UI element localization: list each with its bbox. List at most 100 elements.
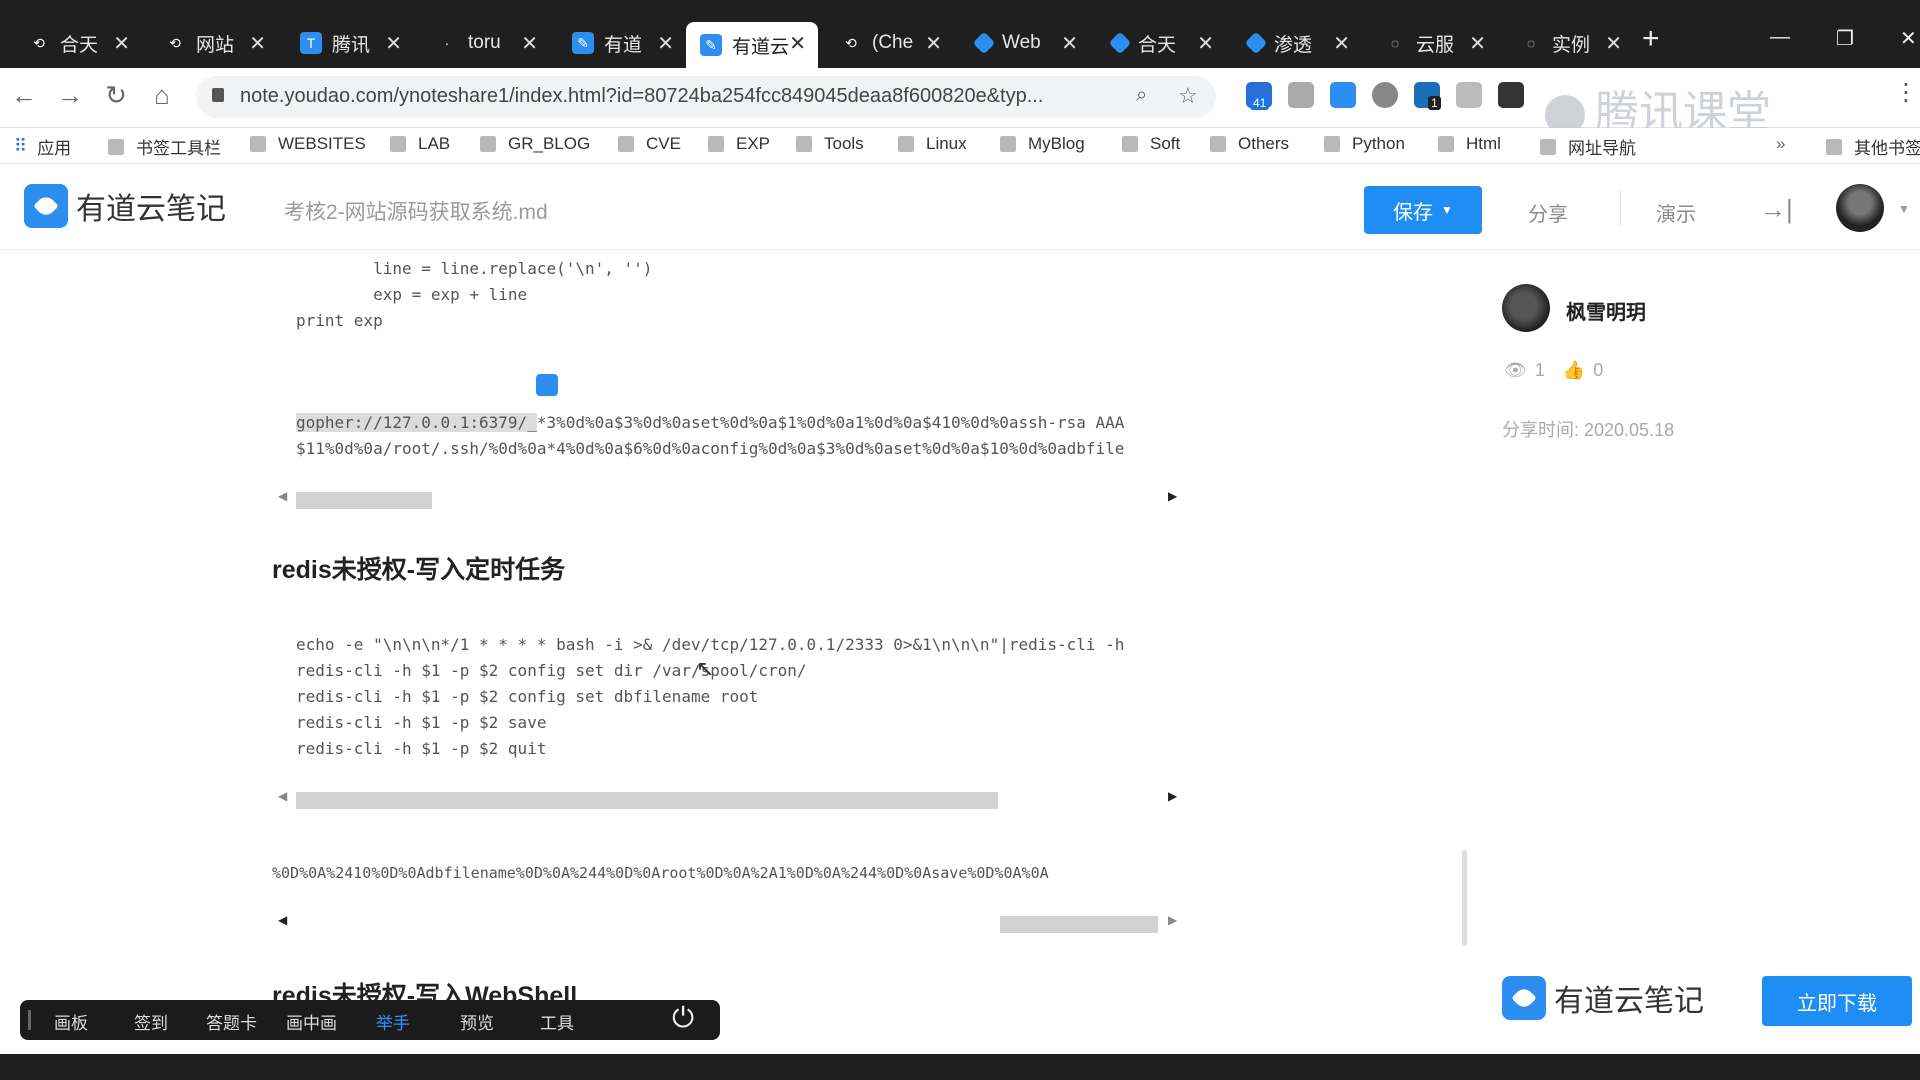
user-avatar[interactable] <box>1836 184 1884 232</box>
browser-tab[interactable]: ✎ 有道 ✕ <box>558 22 686 64</box>
browser-tab[interactable]: ⟲ 网站 ✕ <box>150 22 278 64</box>
author-name[interactable]: 枫雪明玥 <box>1566 296 1646 325</box>
extension-icon[interactable] <box>1498 82 1524 108</box>
close-window-button[interactable]: ✕ <box>1900 26 1917 51</box>
youdao-logo[interactable]: 有道云笔记 <box>24 184 226 228</box>
chevron-down-icon[interactable]: ▼ <box>1898 202 1910 216</box>
bookmark-apps[interactable]: ⠿ 应用 <box>14 134 71 159</box>
forward-button[interactable]: → <box>52 80 88 111</box>
collapse-panel-icon[interactable]: →| <box>1760 194 1793 225</box>
translate-icon[interactable] <box>536 374 558 396</box>
youdao-footer-logo[interactable]: 有道云笔记 <box>1502 976 1704 1020</box>
browser-tab[interactable]: · toru ✕ <box>422 22 550 64</box>
toolbar-item-answer-card[interactable]: 答题卡 <box>206 1009 257 1034</box>
close-tab-icon[interactable]: ✕ <box>789 31 806 56</box>
horizontal-scrollbar[interactable]: ◀ ▶ <box>278 912 1178 933</box>
scrollbar-thumb[interactable] <box>296 792 998 809</box>
bookmarks-overflow-icon[interactable]: » <box>1776 134 1785 154</box>
reload-button[interactable]: ↻ <box>98 80 134 111</box>
close-tab-icon[interactable]: ✕ <box>113 31 130 56</box>
extension-icon[interactable] <box>1288 82 1314 108</box>
bookmark-folder[interactable]: Tools <box>796 134 864 154</box>
save-button[interactable]: 保存 ▼ <box>1364 186 1482 234</box>
download-button[interactable]: 立即下载 <box>1762 976 1912 1026</box>
vertical-scrollbar[interactable] <box>1462 850 1467 946</box>
zoom-icon[interactable]: ⌕ <box>1136 84 1147 107</box>
back-button[interactable]: ← <box>6 80 42 111</box>
bookmark-other[interactable]: 其他书签 <box>1826 134 1920 159</box>
horizontal-scrollbar[interactable]: ◀ ▶ <box>278 488 1178 509</box>
browser-tab[interactable]: ◌ 实例 ✕ <box>1506 22 1634 64</box>
code-line: redis-cli -h $1 -p $2 config set dir /va… <box>296 661 807 680</box>
menu-dots-icon[interactable]: ⋮ <box>1894 78 1918 107</box>
bookmark-folder[interactable]: MyBlog <box>1000 134 1085 154</box>
bookmark-folder[interactable]: WEBSITES <box>250 134 366 154</box>
extension-icon[interactable] <box>1456 82 1482 108</box>
browser-tab[interactable]: 合天 ✕ <box>1098 22 1226 64</box>
bookmark-folder[interactable]: Soft <box>1122 134 1180 154</box>
scroll-right-icon[interactable]: ▶ <box>1168 789 1177 803</box>
close-tab-icon[interactable]: ✕ <box>385 31 402 56</box>
present-button[interactable]: 演示 <box>1656 198 1696 227</box>
browser-tab[interactable]: Web ✕ <box>962 22 1090 64</box>
browser-tab-active[interactable]: ✎ 有道云 ✕ <box>686 22 818 68</box>
toolbar-item-whiteboard[interactable]: 画板 <box>54 1009 88 1034</box>
address-bar[interactable]: note.youdao.com/ynoteshare1/index.html?i… <box>196 76 1216 118</box>
power-icon[interactable]: ⏻ <box>672 1002 694 1035</box>
bookmark-folder[interactable]: 网址导航 <box>1540 134 1636 159</box>
tab-favicon-icon <box>972 31 996 55</box>
new-tab-button[interactable]: + <box>1642 22 1660 56</box>
bookmark-folder[interactable]: Python <box>1324 134 1405 154</box>
bookmark-folder[interactable]: EXP <box>708 134 770 154</box>
horizontal-scrollbar[interactable]: ◀ ▶ <box>278 788 1178 809</box>
translate-extension-icon[interactable] <box>1330 82 1356 108</box>
bookmark-folder[interactable]: LAB <box>390 134 450 154</box>
extension-badge: 1 <box>1428 96 1441 110</box>
toolbar-item-raise-hand[interactable]: 举手 <box>376 1009 410 1034</box>
code-line: echo -e "\n\n\n*/1 * * * * bash -i >& /d… <box>296 635 1125 654</box>
bookmark-folder[interactable]: CVE <box>618 134 681 154</box>
scrollbar-thumb[interactable] <box>296 492 432 509</box>
bookmark-folder[interactable]: GR_BLOG <box>480 134 590 154</box>
close-tab-icon[interactable]: ✕ <box>521 31 538 56</box>
bookmark-folder[interactable]: Html <box>1438 134 1501 154</box>
extension-icon[interactable] <box>1372 82 1398 108</box>
scrollbar-thumb[interactable] <box>1000 916 1158 933</box>
browser-tab[interactable]: ⟲ (Che ✕ <box>826 22 954 64</box>
toolbar-grip[interactable] <box>28 1010 31 1030</box>
scroll-left-icon[interactable]: ◀ <box>278 789 287 803</box>
close-tab-icon[interactable]: ✕ <box>925 31 942 56</box>
close-tab-icon[interactable]: ✕ <box>1333 31 1350 56</box>
youdao-note-icon <box>24 184 68 228</box>
bookmark-folder[interactable]: 书签工具栏 <box>108 134 221 159</box>
toolbar-item-pip[interactable]: 画中画 <box>286 1009 337 1034</box>
url-text[interactable]: note.youdao.com/ynoteshare1/index.html?i… <box>240 85 1130 108</box>
close-tab-icon[interactable]: ✕ <box>1605 31 1622 56</box>
close-tab-icon[interactable]: ✕ <box>249 31 266 56</box>
close-tab-icon[interactable]: ✕ <box>1197 31 1214 56</box>
browser-tab[interactable]: 渗透 ✕ <box>1234 22 1362 64</box>
scroll-right-icon[interactable]: ▶ <box>1168 913 1177 927</box>
share-button[interactable]: 分享 <box>1528 198 1568 227</box>
browser-tab[interactable]: T 腾讯 ✕ <box>286 22 414 64</box>
browser-tab[interactable]: ◌ 云服 ✕ <box>1370 22 1498 64</box>
scroll-right-icon[interactable]: ▶ <box>1168 489 1177 503</box>
bookmark-folder[interactable]: Linux <box>898 134 967 154</box>
author-avatar[interactable] <box>1502 284 1550 332</box>
minimize-button[interactable]: — <box>1770 26 1790 49</box>
scroll-left-icon[interactable]: ◀ <box>278 913 287 927</box>
close-tab-icon[interactable]: ✕ <box>657 31 674 56</box>
close-tab-icon[interactable]: ✕ <box>1469 31 1486 56</box>
close-tab-icon[interactable]: ✕ <box>1061 31 1078 56</box>
scroll-left-icon[interactable]: ◀ <box>278 489 287 503</box>
home-button[interactable]: ⌂ <box>144 80 180 111</box>
toolbar-item-tools[interactable]: 工具 <box>540 1009 574 1034</box>
toolbar-item-checkin[interactable]: 签到 <box>134 1009 168 1034</box>
restore-button[interactable]: ❐ <box>1836 26 1854 51</box>
thumbs-up-icon[interactable]: 👍 <box>1563 360 1585 381</box>
toolbar-item-preview[interactable]: 预览 <box>460 1009 494 1034</box>
bookmark-star-icon[interactable]: ☆ <box>1178 83 1198 109</box>
bookmark-folder[interactable]: Others <box>1210 134 1289 154</box>
apps-grid-icon: ⠿ <box>14 136 28 156</box>
browser-tab[interactable]: ⟲ 合天 ✕ <box>14 22 142 64</box>
